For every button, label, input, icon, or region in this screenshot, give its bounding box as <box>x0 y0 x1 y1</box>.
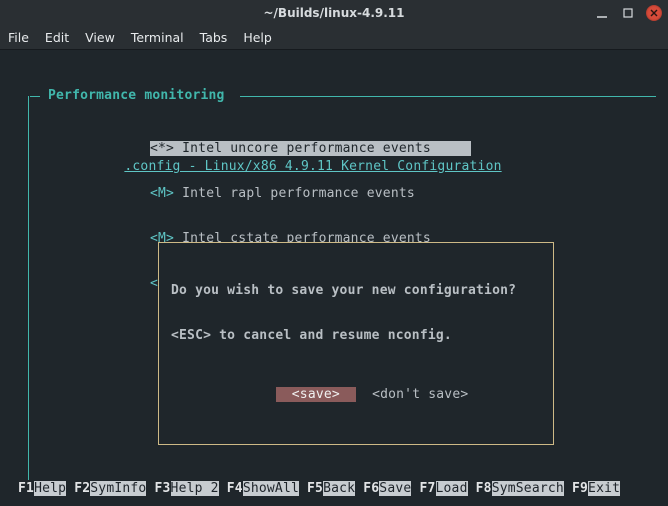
menu-help[interactable]: Help <box>243 30 272 45</box>
fkey-label[interactable]: Load <box>436 481 468 496</box>
menu-edit[interactable]: Edit <box>45 30 69 45</box>
terminal[interactable]: .config - Linux/x86 4.9.11 Kernel Config… <box>0 50 668 506</box>
save-button[interactable]: <save> <box>276 387 356 402</box>
fkey-bar: F1Help F2SymInfo F3Help 2 F4ShowAll F5Ba… <box>18 481 664 496</box>
list-item[interactable]: <M> Intel rapl performance events <box>150 186 495 201</box>
save-dialog: Do you wish to save your new configurati… <box>158 242 554 445</box>
dialog-line2: <ESC> to cancel and resume nconfig. <box>171 328 541 343</box>
fkey[interactable]: F6 <box>363 481 379 496</box>
section-border-left <box>28 96 29 480</box>
fkey[interactable]: F8 <box>476 481 492 496</box>
section-border-top: Performance monitoring <box>24 88 656 103</box>
section-heading: Performance monitoring <box>48 88 225 103</box>
window-titlebar: ~/Builds/linux-4.9.11 <box>0 0 668 26</box>
minimize-icon[interactable] <box>594 5 610 21</box>
dialog-line1: Do you wish to save your new configurati… <box>171 283 541 298</box>
fkey[interactable]: F3 <box>154 481 170 496</box>
fkey[interactable]: F9 <box>572 481 588 496</box>
fkey-label[interactable]: Help 2 <box>171 481 219 496</box>
menu-tabs[interactable]: Tabs <box>200 30 228 45</box>
menu-file[interactable]: File <box>8 30 29 45</box>
menu-view[interactable]: View <box>85 30 115 45</box>
fkey-label[interactable]: ShowAll <box>243 481 299 496</box>
dont-save-button[interactable]: <don't save> <box>372 387 468 402</box>
list-item[interactable]: <*> Intel uncore performance events <box>150 141 495 156</box>
close-icon[interactable] <box>646 5 662 21</box>
menu-terminal[interactable]: Terminal <box>131 30 184 45</box>
fkey-label[interactable]: Help <box>34 481 66 496</box>
fkey-label[interactable]: SymSearch <box>492 481 564 496</box>
fkey[interactable]: F2 <box>74 481 90 496</box>
window-title: ~/Builds/linux-4.9.11 <box>263 6 404 20</box>
fkey[interactable]: F7 <box>419 481 435 496</box>
maximize-icon[interactable] <box>620 5 636 21</box>
fkey-label[interactable]: Exit <box>588 481 620 496</box>
dialog-buttons: <save> <don't save> <box>171 387 541 402</box>
fkey-label[interactable]: SymInfo <box>90 481 146 496</box>
fkey[interactable]: F5 <box>307 481 323 496</box>
fkey-label[interactable]: Back <box>323 481 355 496</box>
fkey-label[interactable]: Save <box>379 481 411 496</box>
fkey[interactable]: F4 <box>227 481 243 496</box>
fkey[interactable]: F1 <box>18 481 34 496</box>
window-controls <box>594 0 662 26</box>
app-menubar: File Edit View Terminal Tabs Help <box>0 26 668 50</box>
